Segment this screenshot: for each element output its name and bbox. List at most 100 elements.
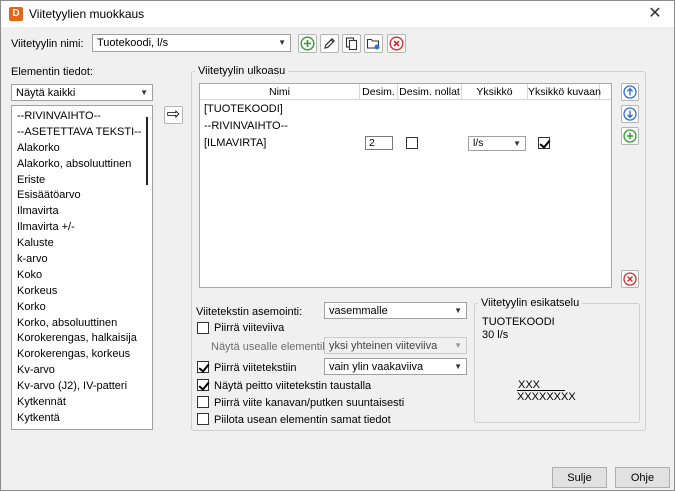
draw-text-checkbox[interactable] [197,361,209,373]
list-item[interactable]: Ilmavirta +/- [12,219,152,235]
column-header-decimals: Desim. [360,84,398,100]
list-item[interactable]: --RIVINVAIHTO-- [12,108,152,124]
chevron-down-icon: ▼ [513,139,521,148]
element-list-scrollbar[interactable] [146,117,148,185]
grid-row-name[interactable]: --RIVINVAIHTO-- [204,120,288,132]
list-item[interactable]: Ilmavirta [12,203,152,219]
element-filter-value: Näytä kaikki [16,87,76,99]
preview-group-title: Viitetyylin esikatselu [478,297,583,309]
positioning-select[interactable]: vasemmalle ▼ [324,302,467,319]
chevron-down-icon: ▼ [454,362,462,371]
dialog-window: D Viitetyylien muokkaus ✕ Viitetyylin ni… [0,0,675,491]
multi-element-select[interactable]: yksi yhteinen viiteviiva ▼ [324,337,467,354]
app-icon: D [9,7,23,21]
hide-duplicates-label: Piilota usean elementin samat tiedot [214,414,391,426]
column-header-unit-in-picture: Yksikkö kuvaan [528,84,601,100]
delete-icon [389,36,404,51]
mask-checkbox[interactable] [197,379,209,391]
preview-line-4: XXXXXXXX [517,391,576,403]
positioning-value: vasemmalle [329,305,388,317]
move-right-button[interactable]: ⇨ [164,106,183,124]
list-item[interactable]: Esisäätöarvo [12,187,152,203]
style-name-label: Viitetyylin nimi: [11,38,84,50]
mask-label: Näytä peitto viitetekstin taustalla [214,380,372,392]
copy-style-button[interactable] [342,34,361,53]
plus-circle-icon [300,36,315,51]
list-item[interactable]: Korokerengas, halkaisija [12,330,152,346]
list-item[interactable]: Kv-arvo [12,362,152,378]
decimals-input[interactable]: 2 [365,136,393,150]
style-name-value: Tuotekoodi, l/s [97,37,169,49]
window-title: Viitetyylien muokkaus [29,7,145,21]
element-info-label: Elementin tiedot: [11,66,93,78]
close-button[interactable]: Sulje [552,467,607,488]
appearance-group-title: Viitetyylin ulkoasu [195,65,289,77]
move-up-button[interactable] [621,83,639,101]
list-item[interactable]: Korko [12,299,152,315]
decimal-zeros-checkbox[interactable] [406,137,418,149]
help-button[interactable]: Ohje [615,467,670,488]
delete-row-button[interactable] [621,270,639,288]
draw-leader-checkbox[interactable] [197,322,209,334]
list-item[interactable]: Kytkennät [12,394,152,410]
draw-text-select[interactable]: vain ylin vaakaviiva ▼ [324,358,467,375]
list-item[interactable]: k-arvo [12,251,152,267]
unit-select[interactable]: l/s ▼ [468,136,526,151]
unit-value: l/s [473,137,484,149]
column-header-decimal-zeros: Desim. nollat [398,84,462,100]
list-item[interactable]: --ASETETTAVA TEKSTI-- [12,124,152,140]
hide-duplicates-checkbox[interactable] [197,413,209,425]
positioning-label: Viitetekstin asemointi: [196,306,303,318]
list-item[interactable]: Alakorko [12,140,152,156]
list-item[interactable]: Kv-arvo (J2), IV-patteri [12,378,152,394]
column-header-unit: Yksikkö [462,84,528,100]
element-filter-select[interactable]: Näytä kaikki ▼ [11,84,153,101]
multi-element-label: Näytä usealle elementille [211,341,334,353]
grid-header: Nimi Desim. Desim. nollat Yksikkö Yksikk… [200,84,611,100]
arrow-down-icon [623,107,637,121]
delete-icon [623,272,637,286]
chevron-down-icon: ▼ [278,38,286,47]
draw-leader-label: Piirrä viiteviiva [214,322,285,334]
edit-style-button[interactable] [320,34,339,53]
move-down-button[interactable] [621,105,639,123]
list-item[interactable]: Eriste [12,172,152,188]
folder-open-icon [366,38,380,50]
close-icon[interactable]: ✕ [644,4,666,24]
list-item[interactable]: Korokerengas, korkeus [12,346,152,362]
arrow-right-icon: ⇨ [166,106,181,123]
chevron-down-icon: ▼ [454,306,462,315]
list-item[interactable]: Kytkentä [12,410,152,426]
list-item[interactable]: Kaluste [12,235,152,251]
multi-element-value: yksi yhteinen viiteviiva [329,340,438,352]
list-item[interactable]: Korko, absoluuttinen [12,315,152,331]
duct-direction-checkbox[interactable] [197,396,209,408]
style-name-select[interactable]: Tuotekoodi, l/s ▼ [92,34,291,52]
preview-line-2: 30 l/s [482,329,509,341]
element-list[interactable]: --RIVINVAIHTO-- --ASETETTAVA TEKSTI-- Alak… [11,105,153,430]
preview-line-1: TUOTEKOODI [482,316,555,328]
chevron-down-icon: ▼ [454,341,462,350]
list-item[interactable]: Korkeus [12,283,152,299]
add-row-button[interactable] [621,127,639,145]
list-item[interactable]: Alakorko, absoluuttinen [12,156,152,172]
delete-style-button[interactable] [387,34,406,53]
title-bar: D Viitetyylien muokkaus ✕ [1,1,674,27]
plus-circle-icon [623,129,637,143]
list-item[interactable]: Koko [12,267,152,283]
unit-in-picture-checkbox[interactable] [538,137,550,149]
add-style-button[interactable] [298,34,317,53]
chevron-down-icon: ▼ [140,88,148,97]
draw-text-label: Piirrä viitetekstiin [214,362,297,374]
arrow-up-icon [623,85,637,99]
grid-row-name[interactable]: [ILMAVIRTA] [204,137,266,149]
column-header-name: Nimi [200,84,360,100]
copy-icon [345,37,358,51]
draw-text-value: vain ylin vaakaviiva [329,361,424,373]
appearance-grid[interactable]: Nimi Desim. Desim. nollat Yksikkö Yksikk… [199,83,612,288]
open-style-button[interactable] [364,34,383,53]
pencil-icon [324,38,335,49]
element-list-items: --RIVINVAIHTO-- --ASETETTAVA TEKSTI-- Alak… [12,106,152,426]
duct-direction-label: Piirrä viite kanavan/putken suuntaisesti [214,397,405,409]
grid-row-name[interactable]: [TUOTEKOODI] [204,103,283,115]
